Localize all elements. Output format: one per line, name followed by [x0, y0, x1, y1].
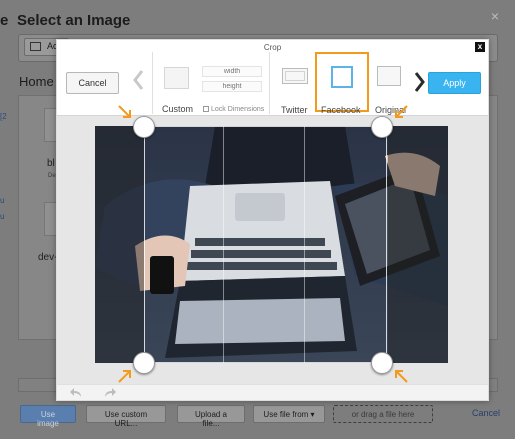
twitter-label[interactable]: Twitter — [281, 105, 308, 115]
dialog-title: Select an Image — [17, 12, 131, 29]
upload-file-button[interactable]: Upload a file... — [177, 405, 245, 428]
use-custom-url-button[interactable]: Use custom URL... — [86, 405, 166, 428]
file-label[interactable]: bl — [47, 158, 55, 169]
divider — [269, 52, 270, 114]
crop-grid-line — [304, 126, 305, 363]
crop-title: Crop — [263, 43, 282, 52]
use-image-button[interactable]: Use image — [20, 405, 76, 428]
orange-arrow-icon — [395, 370, 408, 383]
chevron-left-icon[interactable] — [131, 68, 145, 92]
crop-rectangle[interactable] — [144, 126, 387, 363]
actions-icon — [30, 42, 41, 51]
background-title-fragment: e — [0, 12, 9, 29]
use-file-from-button[interactable]: Use file from ▾ — [253, 405, 325, 423]
undo-icon[interactable] — [69, 387, 83, 398]
lock-dimensions-label: Lock Dimensions — [211, 106, 265, 113]
laptop-photo — [95, 126, 448, 363]
crop-close-icon[interactable]: x — [475, 42, 485, 52]
background-cancel-link[interactable]: Cancel — [472, 408, 500, 418]
orange-arrow-icon — [118, 370, 131, 383]
cancel-button[interactable]: Cancel — [66, 72, 119, 94]
facebook-label[interactable]: Facebook — [321, 105, 361, 115]
file-sublabel: De — [48, 173, 56, 179]
crop-handle-bottom-left[interactable] — [133, 352, 155, 374]
orange-arrow-icon — [118, 105, 131, 118]
crop-stage — [57, 105, 488, 384]
custom-preset-swatch[interactable] — [164, 67, 189, 89]
chevron-right-icon[interactable] — [413, 70, 427, 94]
twitter-preset-swatch[interactable] — [282, 68, 308, 84]
side-fragment: u — [0, 212, 5, 221]
dialog-close-icon[interactable]: × — [491, 8, 499, 24]
width-field[interactable] — [202, 66, 262, 77]
lock-dimensions-checkbox[interactable]: Lock Dimensions — [203, 106, 264, 113]
crop-handle-top-left[interactable] — [133, 116, 155, 138]
apply-button[interactable]: Apply — [428, 72, 481, 94]
orange-arrow-icon — [395, 105, 408, 118]
crop-handle-top-right[interactable] — [371, 116, 393, 138]
breadcrumb[interactable]: Home / — [19, 74, 61, 89]
crop-shade-right — [388, 126, 448, 363]
redo-icon[interactable] — [103, 387, 117, 398]
side-fragment: [2 — [0, 112, 7, 121]
checkbox-icon — [203, 106, 209, 112]
side-fragment: u — [0, 196, 5, 205]
height-field[interactable] — [202, 81, 262, 92]
crop-shade-left — [95, 126, 144, 363]
crop-modal: Crop x Cancel Custom Lock Dimensions Twi… — [56, 39, 489, 401]
divider — [152, 52, 153, 114]
crop-handle-bottom-right[interactable] — [371, 352, 393, 374]
crop-footer — [57, 384, 488, 400]
custom-label: Custom — [162, 104, 194, 114]
facebook-preset-swatch[interactable] — [331, 66, 353, 88]
drag-drop-zone[interactable]: or drag a file here — [333, 405, 433, 423]
original-preset-swatch[interactable] — [377, 66, 401, 86]
crop-grid-line — [223, 126, 224, 363]
